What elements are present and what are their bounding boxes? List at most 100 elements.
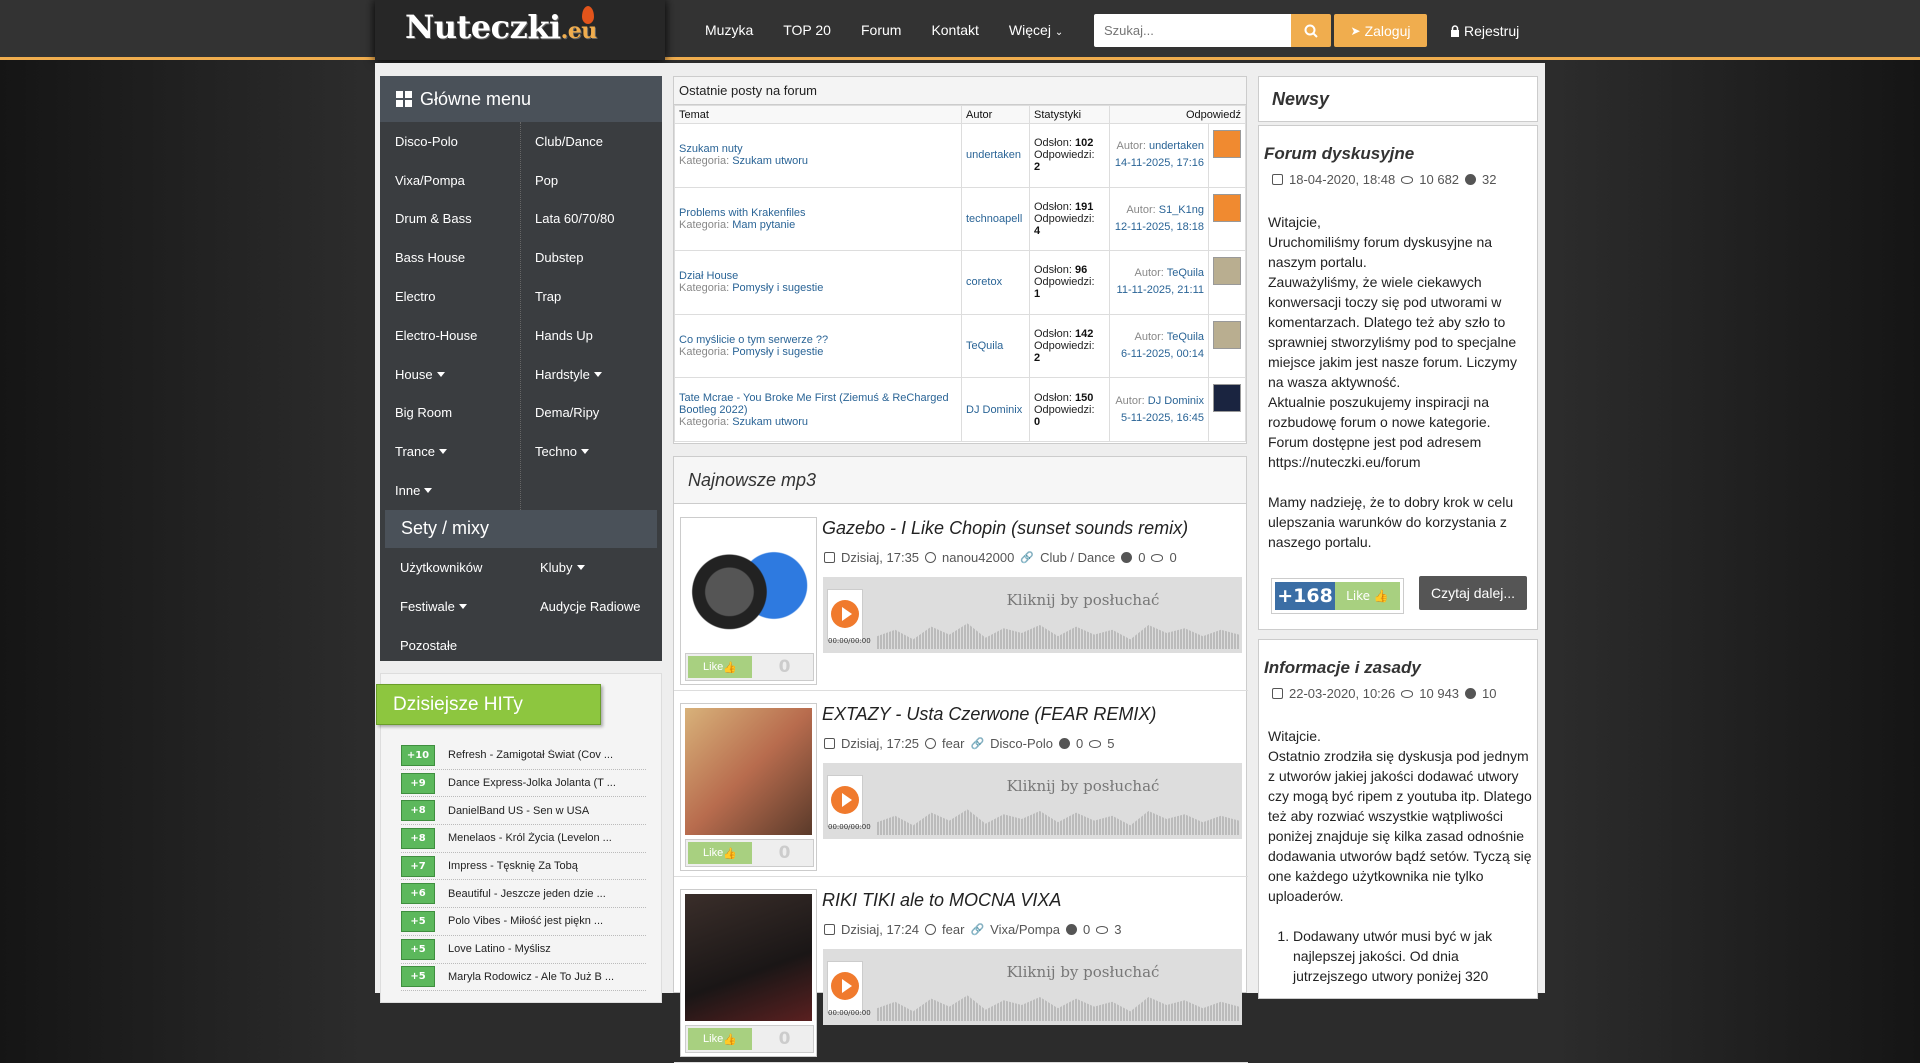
- hit-item[interactable]: +5 Maryla Rodowicz - Ale To Już B ...: [401, 964, 646, 992]
- menu-item-pop[interactable]: Pop: [520, 161, 660, 200]
- hit-item[interactable]: +10 Refresh - Zamigotał Świat (Cov ...: [401, 742, 646, 770]
- track-like-button[interactable]: Like 👍: [688, 656, 752, 678]
- menu-item-u-ytkownik-w[interactable]: Użytkowników: [380, 548, 520, 587]
- site-logo[interactable]: Nuteczki.eu: [375, 0, 665, 60]
- last-author-link[interactable]: undertaken: [1149, 140, 1204, 152]
- forum-category-link[interactable]: Szukam utworu: [732, 155, 808, 167]
- nav-forum[interactable]: Forum: [861, 22, 901, 38]
- avatar[interactable]: [1213, 130, 1241, 158]
- menu-item-trance[interactable]: Trance: [380, 432, 520, 471]
- waveform[interactable]: [877, 809, 1239, 835]
- register-link[interactable]: Rejestruj: [1450, 14, 1519, 47]
- forum-author-link[interactable]: technoapell: [966, 213, 1022, 225]
- last-author-link[interactable]: DJ Dominix: [1148, 395, 1204, 407]
- menu-item-pozosta-e[interactable]: Pozostałe: [380, 626, 520, 665]
- last-post-date[interactable]: 6-11-2025, 00:14: [1121, 348, 1204, 360]
- play-icon[interactable]: [827, 775, 863, 827]
- hit-item[interactable]: +8 DanielBand US - Sen w USA: [401, 797, 646, 826]
- forum-category-link[interactable]: Pomysły i sugestie: [732, 346, 823, 358]
- audio-player[interactable]: Kliknij by posłuchać 00:00/00:00: [823, 949, 1242, 1025]
- last-author-link[interactable]: TeQuila: [1167, 331, 1204, 343]
- track-cover-image[interactable]: [685, 894, 812, 1021]
- last-post-date[interactable]: 5-11-2025, 16:45: [1121, 412, 1204, 424]
- last-author-link[interactable]: TeQuila: [1167, 267, 1204, 279]
- waveform[interactable]: [877, 623, 1239, 649]
- avatar[interactable]: [1213, 384, 1241, 413]
- menu-item-drum-bass[interactable]: Drum & Bass: [380, 200, 520, 239]
- forum-topic-link[interactable]: Problems with Krakenfiles: [679, 207, 806, 219]
- article-title[interactable]: Informacje i zasady: [1264, 658, 1532, 678]
- menu-item-dema-ripy[interactable]: Dema/Ripy: [520, 394, 660, 433]
- play-icon[interactable]: [827, 961, 863, 1013]
- hit-item[interactable]: +9 Dance Express-Jolka Jolanta (T ...: [401, 770, 646, 798]
- menu-item-hardstyle[interactable]: Hardstyle: [520, 355, 660, 394]
- menu-item-disco-polo[interactable]: Disco-Polo: [380, 122, 520, 161]
- menu-item-lata-60-70-80[interactable]: Lata 60/70/80: [520, 200, 660, 239]
- forum-category-link[interactable]: Szukam utworu: [732, 416, 808, 428]
- last-author-link[interactable]: S1_K1ng: [1159, 204, 1204, 216]
- search-button[interactable]: [1291, 14, 1331, 47]
- menu-item-electro-house[interactable]: Electro-House: [380, 316, 520, 355]
- avatar[interactable]: [1213, 257, 1241, 286]
- track-like-bar: Like 👍 0: [685, 653, 814, 681]
- track-title[interactable]: EXTAZY - Usta Czerwone (FEAR REMIX): [822, 704, 1156, 725]
- menu-item-techno[interactable]: Techno: [520, 432, 660, 471]
- track-like-button[interactable]: Like 👍: [688, 1028, 752, 1050]
- forum-author-link[interactable]: coretox: [966, 276, 1002, 288]
- menu-item-hands-up[interactable]: Hands Up: [520, 316, 660, 355]
- forum-author-link[interactable]: TeQuila: [966, 340, 1003, 352]
- last-post-date[interactable]: 11-11-2025, 21:11: [1117, 284, 1204, 296]
- login-button[interactable]: ➤ Zaloguj: [1334, 14, 1427, 47]
- hit-item[interactable]: +8 Menelaos - Król Życia (Levelon ...: [401, 825, 646, 853]
- article-like-button[interactable]: Like 👍: [1335, 582, 1400, 610]
- forum-topic-link[interactable]: Tate Mcrae - You Broke Me First (Ziemuś …: [679, 392, 949, 416]
- forum-topic-link[interactable]: Szukam nuty: [679, 143, 743, 155]
- news-column: Newsy Forum dyskusyjne 18-04-2020, 18:48…: [1258, 76, 1538, 999]
- menu-item-bass-house[interactable]: Bass House: [380, 238, 520, 277]
- forum-author-link[interactable]: undertaken: [966, 149, 1021, 161]
- menu-item-festiwale[interactable]: Festiwale: [380, 587, 520, 626]
- audio-player[interactable]: Kliknij by posłuchać 00:00/00:00: [823, 763, 1242, 839]
- forum-category-link[interactable]: Pomysły i sugestie: [732, 282, 823, 294]
- avatar[interactable]: [1213, 193, 1241, 222]
- thumbs-up-icon: 👍: [723, 847, 737, 860]
- menu-item-audycje-radiowe[interactable]: Audycje Radiowe: [520, 587, 660, 626]
- waveform[interactable]: [877, 995, 1239, 1021]
- search-input[interactable]: [1094, 14, 1291, 47]
- last-post-date[interactable]: 14-11-2025, 17:16: [1115, 157, 1204, 169]
- nav-muzyka[interactable]: Muzyka: [705, 22, 753, 38]
- track-cover-image[interactable]: [685, 522, 812, 649]
- play-icon[interactable]: [827, 589, 863, 641]
- hit-item[interactable]: +7 Impress - Tęsknię Za Tobą: [401, 853, 646, 881]
- hit-item[interactable]: +5 Polo Vibes - Miłość jest piękn ...: [401, 908, 646, 936]
- menu-item-dubstep[interactable]: Dubstep: [520, 238, 660, 277]
- article-title[interactable]: Forum dyskusyjne: [1264, 144, 1532, 164]
- menu-item-kluby[interactable]: Kluby: [520, 548, 660, 587]
- menu-item-electro[interactable]: Electro: [380, 277, 520, 316]
- forum-author-link[interactable]: DJ Dominix: [966, 404, 1022, 416]
- menu-item-club-dance[interactable]: Club/Dance: [520, 122, 660, 161]
- audio-player[interactable]: Kliknij by posłuchać 00:00/00:00: [823, 577, 1242, 653]
- forum-category-link[interactable]: Mam pytanie: [732, 219, 795, 231]
- hit-item[interactable]: +5 Love Latino - Myślisz: [401, 936, 646, 964]
- forum-topic-link[interactable]: Dział House: [679, 270, 738, 282]
- nav-kontakt[interactable]: Kontakt: [931, 22, 978, 38]
- article-paragraph: Mamy nadzieję, że to dobry krok w celu u…: [1268, 494, 1514, 550]
- menu-item-inne[interactable]: Inne: [380, 471, 520, 510]
- avatar[interactable]: [1213, 320, 1241, 349]
- track-title[interactable]: Gazebo - I Like Chopin (sunset sounds re…: [822, 518, 1188, 539]
- menu-item-trap[interactable]: Trap: [520, 277, 660, 316]
- hit-item[interactable]: +6 Beautiful - Jeszcze jeden dzie ...: [401, 880, 646, 909]
- nav-top20[interactable]: TOP 20: [783, 22, 831, 38]
- forum-topic-link[interactable]: Co myślicie o tym serwerze ??: [679, 334, 828, 346]
- menu-item-big-room[interactable]: Big Room: [380, 394, 520, 433]
- read-more-button[interactable]: Czytaj dalej...: [1419, 576, 1527, 610]
- track-title[interactable]: RIKI TIKI ale to MOCNA VIXA: [822, 890, 1061, 911]
- track-like-button[interactable]: Like 👍: [688, 842, 752, 864]
- menu-item-vixa-pompa[interactable]: Vixa/Pompa: [380, 161, 520, 200]
- menu-item-house[interactable]: House: [380, 355, 520, 394]
- last-post-date[interactable]: 12-11-2025, 18:18: [1115, 221, 1204, 233]
- article-paragraph: Witajcie.: [1268, 728, 1321, 744]
- nav-more-dropdown[interactable]: Więcej ⌄: [1009, 22, 1063, 38]
- track-cover-image[interactable]: [685, 708, 812, 835]
